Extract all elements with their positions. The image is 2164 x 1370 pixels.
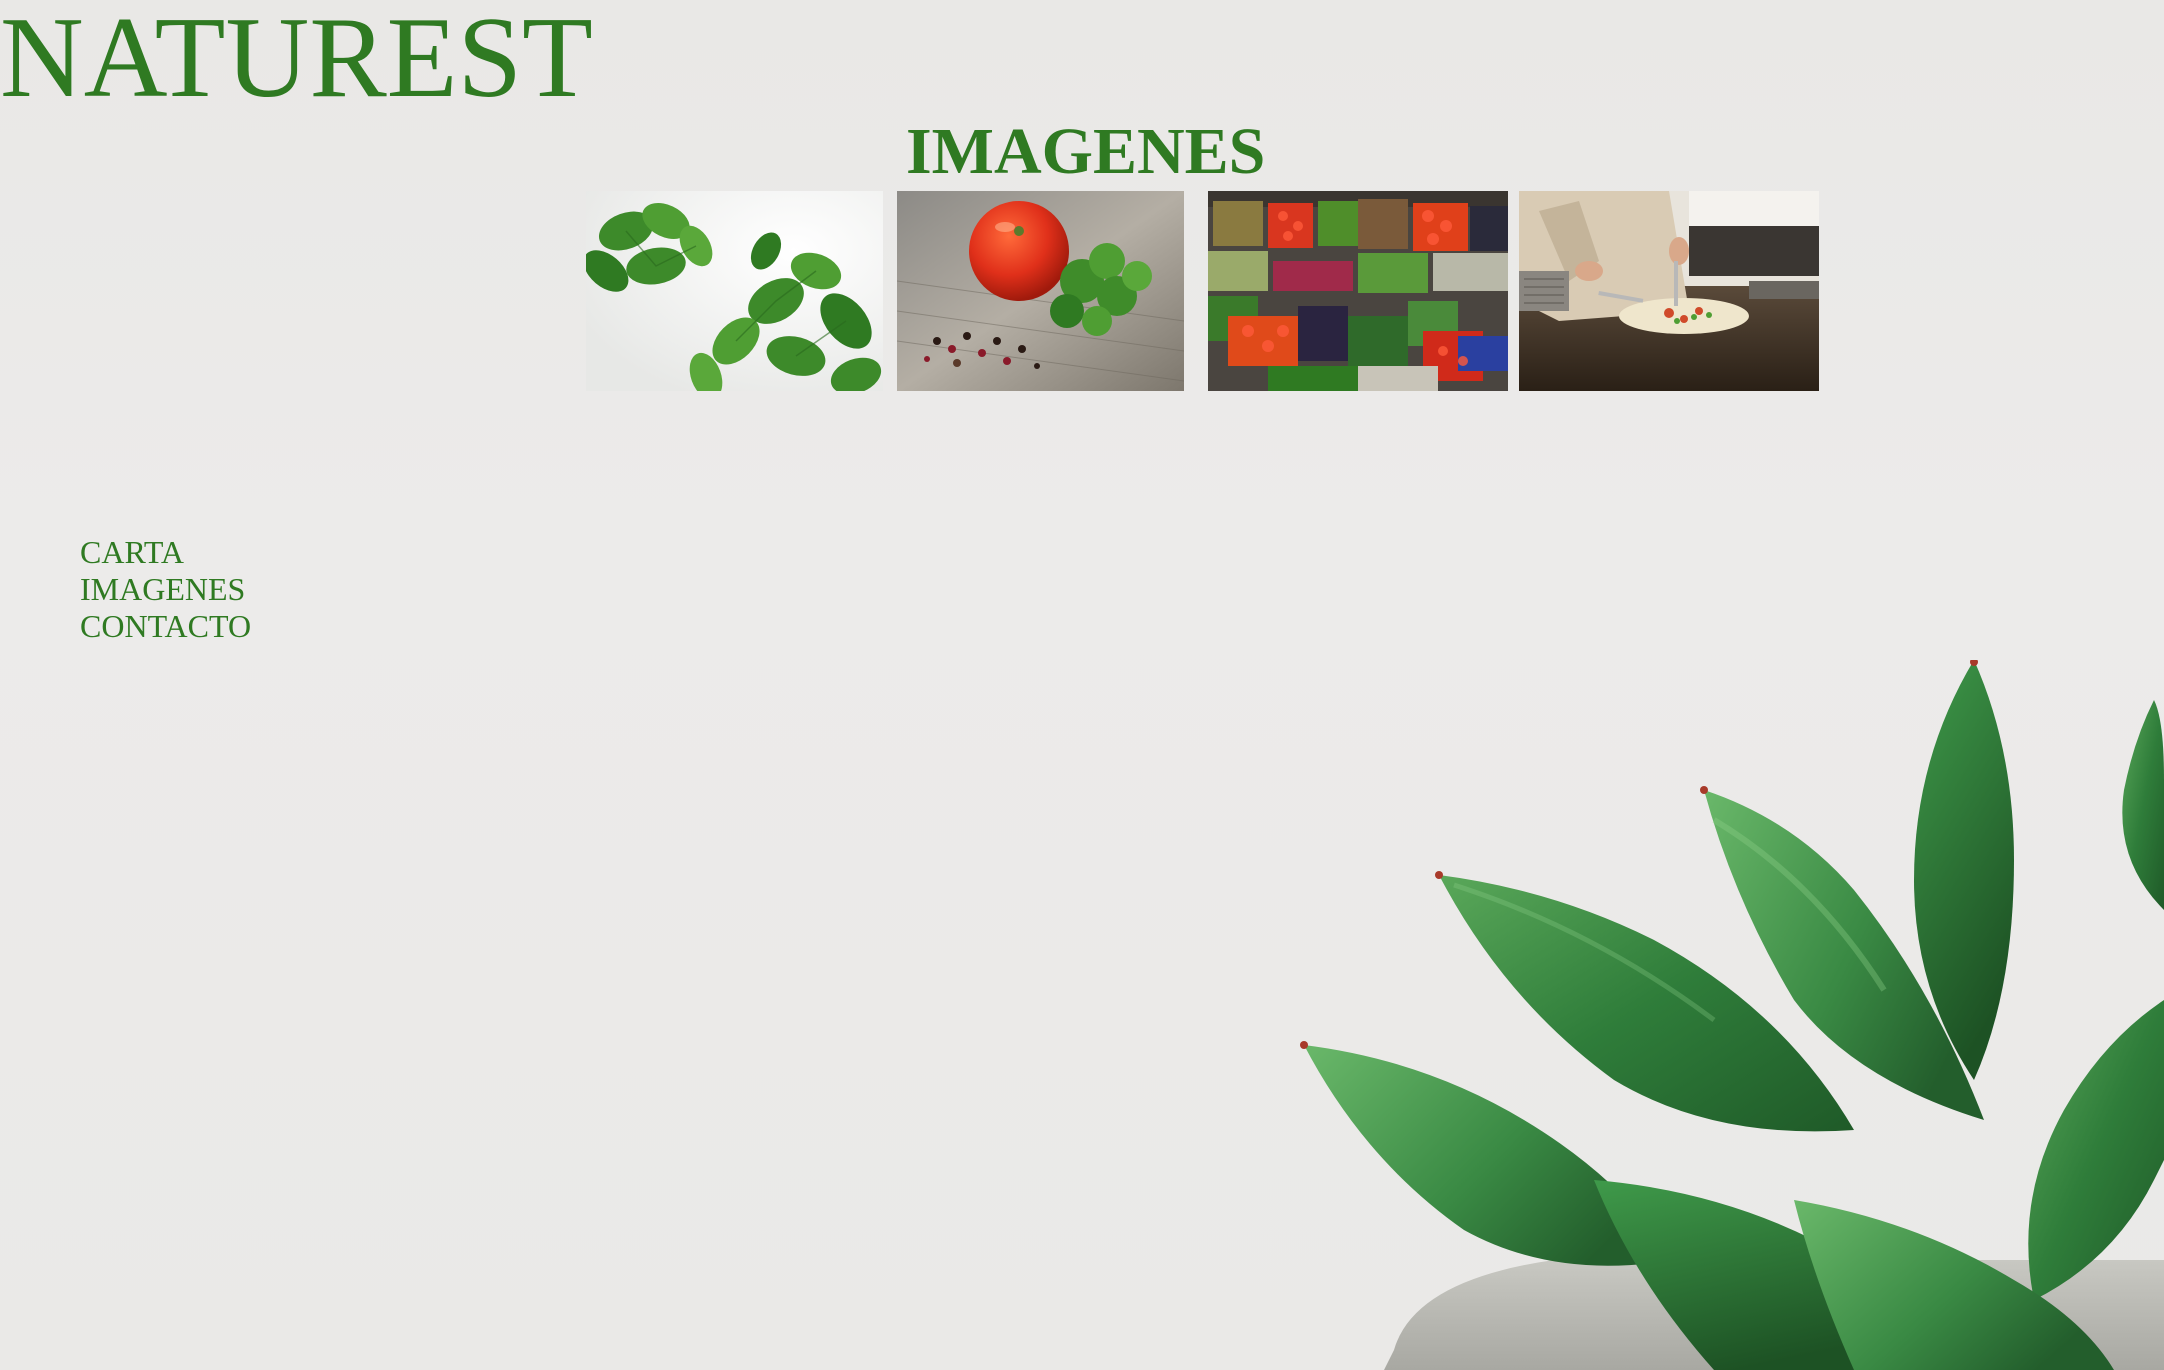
image-gallery [586,191,1819,391]
nav-item-imagenes[interactable]: IMAGENES [80,571,251,608]
nav-item-contacto[interactable]: CONTACTO [80,608,251,645]
gallery-image-chef[interactable] [1519,191,1819,391]
nav-item-carta[interactable]: CARTA [80,534,251,571]
page-heading: IMAGENES [906,115,1266,188]
succulent-plant-decoration [1294,660,2164,1370]
gallery-image-market[interactable] [1208,191,1508,391]
gallery-image-tomato[interactable] [897,191,1184,391]
main-navigation: CARTA IMAGENES CONTACTO [80,534,251,645]
gallery-image-basil[interactable] [586,191,883,391]
site-logo-title[interactable]: NATUREST [0,0,593,116]
